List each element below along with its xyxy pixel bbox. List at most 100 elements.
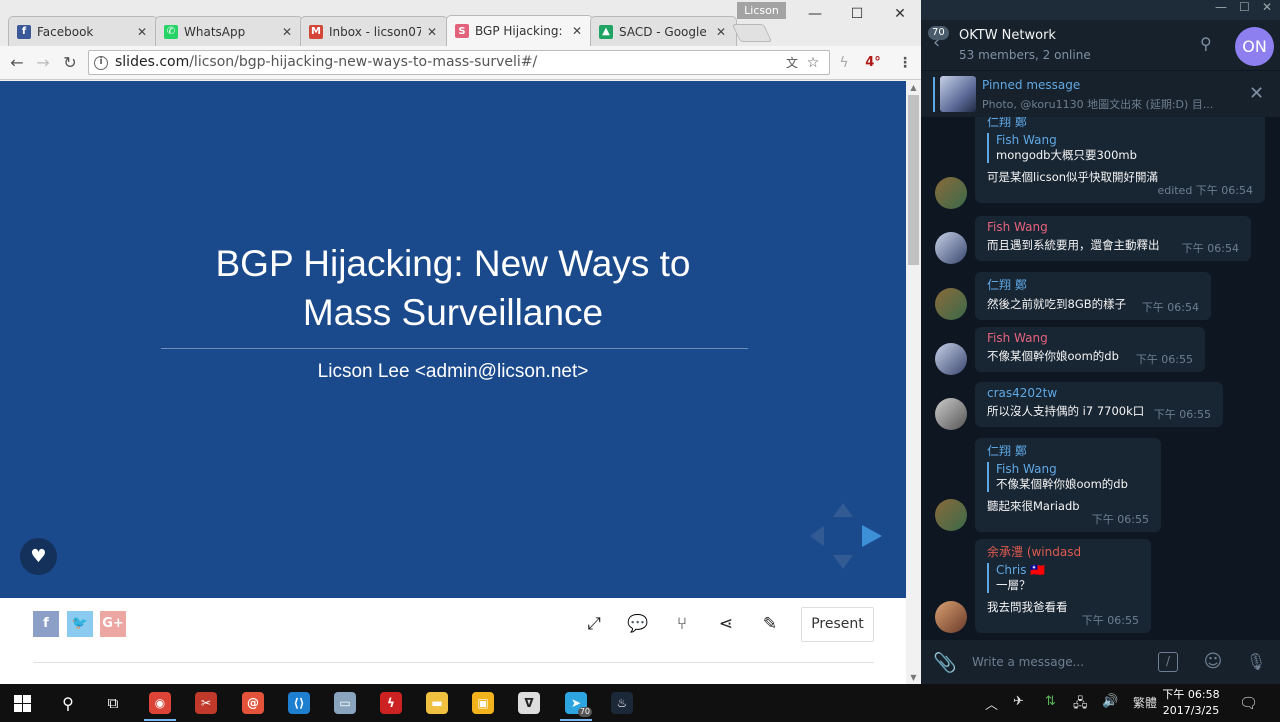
chat-title[interactable]: OKTW Network [959, 28, 1056, 43]
message-bubble[interactable]: Fish Wang 不像某個幹你娘oom的db 下午 06:55 [975, 327, 1205, 372]
action-center-icon[interactable]: 🗨 [1239, 694, 1258, 712]
close-pinned-icon[interactable]: ✕ [1249, 83, 1264, 104]
new-tab-button[interactable] [731, 24, 773, 42]
message-sender[interactable]: Fish Wang [987, 331, 1193, 345]
search-icon[interactable]: ⚲ [1200, 34, 1220, 54]
user-avatar[interactable] [935, 288, 967, 320]
share-icon[interactable]: ⋖ [715, 613, 737, 635]
like-heart-icon[interactable]: ♥ [20, 538, 57, 575]
task-view-icon[interactable]: ⧉ [93, 687, 133, 719]
emoji-icon[interactable]: ☺ [1202, 651, 1224, 673]
user-avatar[interactable] [935, 601, 967, 633]
slide[interactable]: BGP Hijacking: New Ways to Mass Surveill… [0, 81, 906, 598]
scroll-up-icon[interactable]: ▲ [909, 83, 918, 92]
volume-icon[interactable]: 🔊 [1102, 694, 1118, 709]
fork-icon[interactable]: ⑂ [671, 613, 693, 635]
telegram-taskbar-button[interactable]: ➤ 70 [556, 687, 596, 721]
start-button[interactable] [2, 687, 42, 719]
translate-icon[interactable]: 文 [781, 52, 803, 74]
present-button[interactable]: Present [801, 607, 874, 642]
reply-quote[interactable]: Fish Wang mongodb大概只要300mb [987, 133, 1253, 163]
vscode-taskbar-button[interactable]: ⟨⟩ [279, 687, 319, 719]
maximize-button[interactable]: ☐ [842, 4, 872, 24]
chrome-taskbar-button[interactable]: ◉ [140, 687, 180, 721]
shell-app-taskbar-button[interactable]: @ [233, 687, 273, 719]
close-tab-icon[interactable]: ✕ [714, 25, 728, 39]
tab-2[interactable]: ✆ WhatsApp ✕ [155, 16, 303, 46]
file-explorer-taskbar-button[interactable]: ▬ [417, 687, 457, 719]
close-tab-icon[interactable]: ✕ [425, 25, 439, 39]
network-icon[interactable]: 🖧 [1073, 694, 1088, 716]
attach-icon[interactable]: 📎 [933, 651, 957, 674]
telegram-tray-icon[interactable]: ✈ [1013, 694, 1024, 709]
fox-app-taskbar-button[interactable]: ᐁ [509, 687, 549, 719]
snipping-taskbar-button[interactable]: ✂ [186, 687, 226, 719]
microphone-icon[interactable]: 🎙 [1245, 651, 1267, 673]
flash-taskbar-button[interactable]: ϟ [371, 687, 411, 719]
tg-maximize-button[interactable]: ☐ [1239, 0, 1250, 14]
page-scrollbar[interactable]: ▲ ▼ [906, 81, 921, 684]
fullscreen-icon[interactable]: ⤢ [583, 613, 605, 635]
message-bubble[interactable]: 余承澧 (windasd Chris 🇹🇼 一層？ 我去問我爸看看 下午 06:55 [975, 539, 1151, 633]
message-sender[interactable]: cras4202tw [987, 386, 1211, 400]
message-bubble[interactable]: cras4202tw 所以沒人支持偶的 i7 7700k口 下午 06:55 [975, 382, 1223, 427]
message-bubble[interactable]: 仁翔 鄭 Fish Wang mongodb大概只要300mb 可是某個licson似… [975, 117, 1265, 203]
search-taskbar-icon[interactable]: ⚲ [48, 687, 88, 719]
tab-4[interactable]: S BGP Hijacking: N ✕ [446, 15, 593, 46]
system-clock[interactable]: 下午 06:58 2017/3/25 [1160, 687, 1222, 719]
site-info-icon[interactable]: i [94, 56, 108, 70]
user-avatar[interactable] [935, 177, 967, 209]
reply-quote[interactable]: Fish Wang 不像某個幹你娘oom的db [987, 462, 1149, 492]
message-bubble[interactable]: 仁翔 鄭然後之前就吃到8GB的樣子 下午 06:54 [975, 272, 1211, 320]
close-tab-icon[interactable]: ✕ [135, 25, 149, 39]
user-avatar[interactable] [935, 232, 967, 264]
comment-icon[interactable]: 💬 [627, 613, 649, 635]
tg-close-button[interactable]: ✕ [1262, 0, 1272, 14]
reply-quote[interactable]: Chris 🇹🇼 一層？ [987, 563, 1139, 593]
message-sender[interactable]: 余承澧 (windasd [987, 543, 1139, 560]
user-avatar[interactable] [935, 499, 967, 531]
message-bubble[interactable]: 仁翔 鄭 Fish Wang 不像某個幹你娘oom的db 聽起來很Mariadb 下午 … [975, 438, 1161, 532]
message-sender[interactable]: Fish Wang [987, 220, 1239, 234]
steam-taskbar-button[interactable]: ♨ [602, 687, 642, 719]
minimize-button[interactable]: — [800, 4, 830, 24]
close-window-button[interactable]: ✕ [885, 4, 915, 24]
lightning-extension-icon[interactable]: ϟ [833, 52, 855, 74]
message-sender[interactable]: 仁翔 鄭 [987, 276, 1199, 293]
pinned-message-bar[interactable]: Pinned message Photo, @koru1130 地圖文出來 (延… [921, 70, 1280, 117]
remote-desktop-taskbar-button[interactable]: ▭ [325, 687, 365, 719]
message-input[interactable]: Write a message... [972, 655, 1084, 669]
google-plus-share-icon[interactable]: G+ [100, 611, 126, 637]
show-hidden-icons-icon[interactable]: ︿ [985, 694, 998, 713]
twitter-share-icon[interactable]: 🐦 [67, 611, 93, 637]
forward-button[interactable]: → [32, 52, 54, 74]
next-slide-arrow-icon[interactable] [862, 525, 882, 547]
close-tab-icon[interactable]: ✕ [570, 24, 584, 38]
edit-pen-icon[interactable]: ✎ [759, 613, 781, 635]
weather-extension-icon[interactable]: 4° [862, 52, 884, 74]
update-tray-icon[interactable]: ⇅ [1045, 694, 1056, 709]
back-button[interactable]: ← [6, 52, 28, 74]
facebook-share-icon[interactable]: f [33, 611, 59, 637]
menu-icon[interactable]: ⋮ [894, 52, 916, 74]
input-language[interactable]: 繁體 [1133, 694, 1157, 711]
reload-button[interactable]: ↻ [59, 52, 81, 74]
group-avatar[interactable]: ON [1235, 27, 1274, 66]
message-sender[interactable]: 仁翔 鄭 [987, 117, 1253, 130]
sticky-app-taskbar-button[interactable]: ▣ [463, 687, 503, 719]
message-list[interactable]: 仁翔 鄭 Fish Wang mongodb大概只要300mb 可是某個licson似… [921, 117, 1280, 640]
tab-5[interactable]: ▲ SACD - Google D ✕ [590, 16, 737, 46]
address-bar[interactable]: slides.com/licson/bgp-hijacking-new-ways… [88, 50, 830, 75]
tg-minimize-button[interactable]: — [1215, 0, 1227, 14]
bookmark-star-icon[interactable]: ☆ [802, 52, 824, 74]
scrollbar-thumb[interactable] [908, 95, 919, 265]
bot-commands-icon[interactable]: / [1158, 652, 1178, 672]
message-sender[interactable]: 仁翔 鄭 [987, 442, 1149, 459]
profile-button[interactable]: Licson [737, 2, 786, 19]
user-avatar[interactable] [935, 343, 967, 375]
tab-3[interactable]: M Inbox - licson07 ✕ [300, 16, 448, 46]
close-tab-icon[interactable]: ✕ [280, 25, 294, 39]
message-bubble[interactable]: Fish Wang 而且遇到系統要用，還會主動釋出 下午 06:54 [975, 216, 1251, 261]
tab-1[interactable]: f Facebook ✕ [8, 16, 158, 46]
scroll-down-icon[interactable]: ▼ [909, 673, 918, 682]
